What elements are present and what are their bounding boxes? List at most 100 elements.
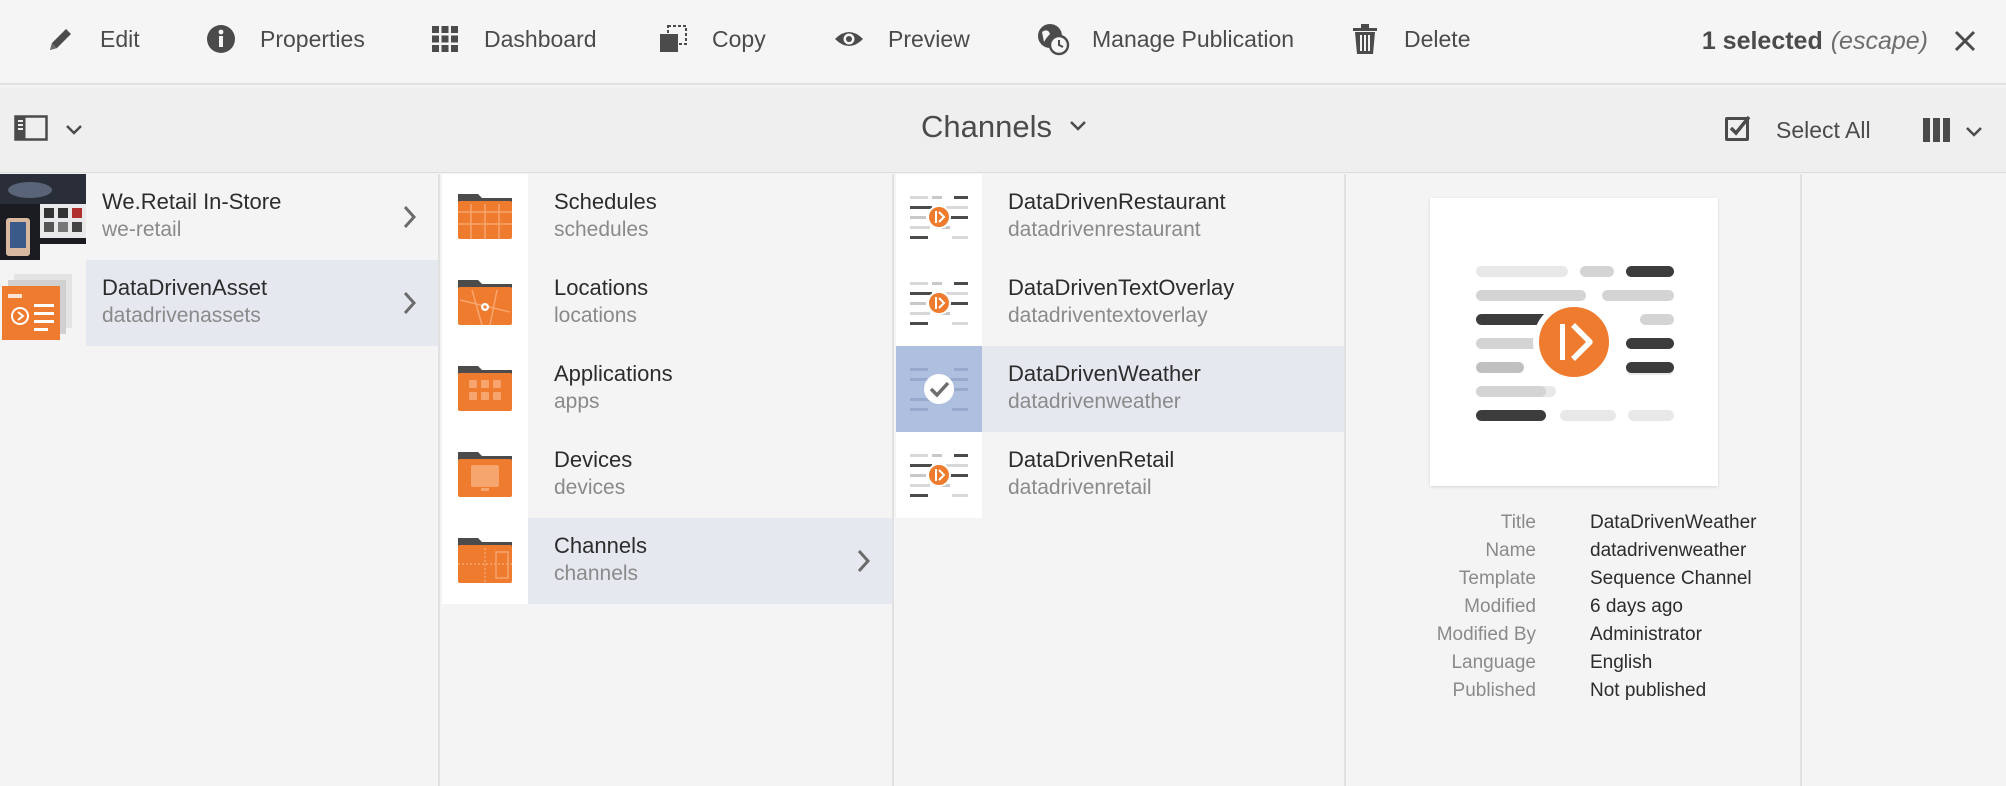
page-title[interactable]: Channels <box>921 109 1086 145</box>
meta-published-row: Published Not published <box>1348 680 1802 708</box>
list-item-title: DataDrivenWeather <box>1008 361 1201 386</box>
list-item-title: Locations <box>554 275 649 300</box>
list-item-name: channels <box>554 562 639 585</box>
list-item-texts: DataDrivenRetail datadrivenretail <box>1008 446 1174 502</box>
title-bar: Channels Select All <box>0 87 2006 173</box>
list-item-name: schedules <box>554 218 649 241</box>
manage-publication-label: Manage Publication <box>1092 25 1295 52</box>
view-switcher[interactable] <box>1922 117 1982 148</box>
copy-icon <box>656 22 690 56</box>
meta-template-row: Template Sequence Channel <box>1348 568 1802 596</box>
edit-label: Edit <box>100 25 140 52</box>
chevron-down-icon <box>1070 118 1086 136</box>
channel-sequence-icon <box>896 432 982 518</box>
list-item-datadrivenweather[interactable]: DataDrivenWeather datadrivenweather <box>896 346 1344 432</box>
escape-hint: (escape) <box>1830 26 1928 55</box>
chevron-right-icon <box>402 204 418 230</box>
list-item-applications[interactable]: Applications apps <box>442 346 892 432</box>
list-item-schedules[interactable]: Schedules schedules <box>442 174 892 260</box>
list-item-title: DataDrivenTextOverlay <box>1008 275 1235 300</box>
list-item-texts: We.Retail In-Store we-retail <box>102 188 281 244</box>
page-title-text: Channels <box>921 109 1052 144</box>
properties-button[interactable]: Properties <box>204 18 365 60</box>
locations-folder-icon <box>442 260 528 346</box>
rail-icon <box>14 115 50 146</box>
meta-modified-row: Modified 6 days ago <box>1348 596 1802 624</box>
meta-modified-by-row: Modified By Administrator <box>1348 624 1802 652</box>
meta-title-row: Title DataDrivenWeather <box>1348 512 1802 540</box>
copy-button[interactable]: Copy <box>656 18 766 60</box>
rail-toggle-button[interactable] <box>14 115 82 146</box>
list-item-name: datadrivenweather <box>1008 390 1181 413</box>
list-item-title: Devices <box>554 447 633 472</box>
channel-preview-card <box>1430 198 1718 486</box>
datadrivenasset-thumbnail <box>0 260 86 346</box>
chevron-down-icon <box>1966 124 1982 142</box>
list-item-datadrivenrestaurant[interactable]: DataDrivenRestaurant datadrivenrestauran… <box>896 174 1344 260</box>
select-all-button[interactable]: Select All <box>1722 112 1871 149</box>
preview-label: Preview <box>888 25 970 52</box>
list-item-we-retail[interactable]: We.Retail In-Store we-retail <box>0 174 438 260</box>
list-item-texts: Locations locations <box>554 274 648 330</box>
list-item-texts: DataDrivenTextOverlay datadriventextover… <box>1008 274 1234 330</box>
list-item-title: We.Retail In-Store <box>102 189 282 214</box>
dashboard-button[interactable]: Dashboard <box>428 18 597 60</box>
list-item-channels[interactable]: Channels channels <box>442 518 892 604</box>
preview-button[interactable]: Preview <box>832 18 970 60</box>
meta-key: Name <box>1485 540 1536 561</box>
list-item-name: locations <box>554 304 637 327</box>
meta-key: Modified By <box>1436 624 1536 645</box>
chevron-down-icon <box>66 122 82 140</box>
channel-sequence-icon <box>896 174 982 260</box>
selection-indicator: 1 selected (escape) <box>1702 20 1980 62</box>
list-item-texts: DataDrivenAsset datadrivenassets <box>102 274 267 330</box>
dashboard-label: Dashboard <box>484 25 597 52</box>
list-item-datadrivenasset[interactable]: DataDrivenAsset datadrivenassets <box>0 260 438 346</box>
action-bar: Edit Properties Dashboard Copy Preview M… <box>0 0 2006 85</box>
list-item-datadrivenretail[interactable]: DataDrivenRetail datadrivenretail <box>896 432 1344 518</box>
meta-value: datadrivenweather <box>1590 540 1747 561</box>
list-item-locations[interactable]: Locations locations <box>442 260 892 346</box>
list-item-texts: Schedules schedules <box>554 188 657 244</box>
list-item-title: DataDrivenRestaurant <box>1008 189 1226 214</box>
delete-button[interactable]: Delete <box>1348 18 1470 60</box>
list-item-title: Schedules <box>554 189 657 214</box>
list-item-name: datadrivenassets <box>102 304 261 327</box>
meta-value: DataDrivenWeather <box>1590 512 1757 533</box>
list-item-texts: Applications apps <box>554 360 673 416</box>
meta-value: 6 days ago <box>1590 596 1683 617</box>
column-view-icon <box>1922 117 1952 148</box>
selected-check-thumbnail <box>896 346 982 432</box>
list-item-title: Applications <box>554 361 673 386</box>
meta-value: Sequence Channel <box>1590 568 1752 589</box>
meta-key: Modified <box>1464 596 1536 617</box>
meta-key: Language <box>1451 652 1536 673</box>
eye-icon <box>832 22 866 56</box>
list-item-name: datadrivenretail <box>1008 476 1152 499</box>
list-item-name: datadrivenrestaurant <box>1008 218 1201 241</box>
meta-value: Not published <box>1590 680 1707 701</box>
list-item-name: we-retail <box>102 218 182 241</box>
list-item-devices[interactable]: Devices devices <box>442 432 892 518</box>
selection-count: 1 selected <box>1701 26 1823 55</box>
column-folders: Schedules schedules Locations locations <box>442 174 894 786</box>
pencil-icon <box>44 22 78 56</box>
devices-folder-icon <box>442 432 528 518</box>
meta-key: Title <box>1500 512 1536 533</box>
list-item-datadriventextoverlay[interactable]: DataDrivenTextOverlay datadriventextover… <box>896 260 1344 346</box>
globe-clock-icon <box>1036 22 1070 56</box>
list-item-texts: Channels channels <box>554 532 647 588</box>
meta-name-row: Name datadrivenweather <box>1348 540 1802 568</box>
list-item-title: DataDrivenAsset <box>102 275 268 300</box>
channel-sequence-icon <box>896 260 982 346</box>
details-panel: Title DataDrivenWeather Name datadrivenw… <box>1348 174 1802 786</box>
close-icon[interactable] <box>1950 26 1980 56</box>
schedules-folder-icon <box>442 174 528 260</box>
edit-button[interactable]: Edit <box>44 18 140 60</box>
list-item-name: apps <box>554 390 600 413</box>
column-sites: We.Retail In-Store we-retail DataDrivenA… <box>0 174 440 786</box>
we-retail-thumbnail <box>0 174 86 260</box>
info-icon <box>204 22 238 56</box>
manage-publication-button[interactable]: Manage Publication <box>1036 18 1294 60</box>
list-item-texts: Devices devices <box>554 446 632 502</box>
